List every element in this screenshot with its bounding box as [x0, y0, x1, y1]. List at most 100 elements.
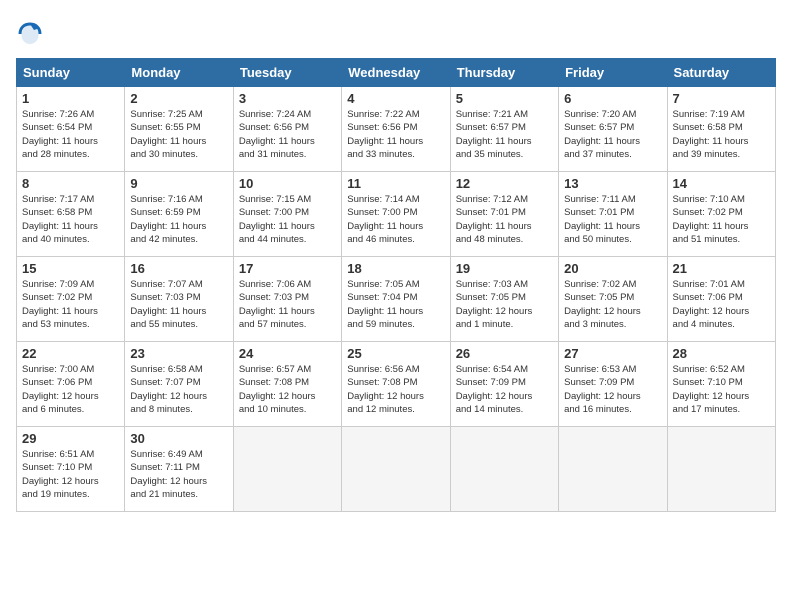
column-header-saturday: Saturday: [667, 59, 775, 87]
day-number: 22: [22, 346, 119, 361]
day-cell: 19 Sunrise: 7:03 AM Sunset: 7:05 PM Dayli…: [450, 257, 558, 342]
day-info: Sunrise: 7:22 AM Sunset: 6:56 PM Dayligh…: [347, 108, 444, 161]
day-info: Sunrise: 7:26 AM Sunset: 6:54 PM Dayligh…: [22, 108, 119, 161]
day-info: Sunrise: 7:15 AM Sunset: 7:00 PM Dayligh…: [239, 193, 336, 246]
header-row: SundayMondayTuesdayWednesdayThursdayFrid…: [17, 59, 776, 87]
week-row-2: 8 Sunrise: 7:17 AM Sunset: 6:58 PM Daylig…: [17, 172, 776, 257]
day-number: 16: [130, 261, 227, 276]
day-cell: 10 Sunrise: 7:15 AM Sunset: 7:00 PM Dayli…: [233, 172, 341, 257]
day-cell: [559, 427, 667, 512]
day-cell: 7 Sunrise: 7:19 AM Sunset: 6:58 PM Daylig…: [667, 87, 775, 172]
day-number: 7: [673, 91, 770, 106]
calendar-header: SundayMondayTuesdayWednesdayThursdayFrid…: [17, 59, 776, 87]
day-info: Sunrise: 7:03 AM Sunset: 7:05 PM Dayligh…: [456, 278, 553, 331]
day-cell: 18 Sunrise: 7:05 AM Sunset: 7:04 PM Dayli…: [342, 257, 450, 342]
day-number: 15: [22, 261, 119, 276]
day-cell: 26 Sunrise: 6:54 AM Sunset: 7:09 PM Dayli…: [450, 342, 558, 427]
day-cell: 5 Sunrise: 7:21 AM Sunset: 6:57 PM Daylig…: [450, 87, 558, 172]
day-info: Sunrise: 7:14 AM Sunset: 7:00 PM Dayligh…: [347, 193, 444, 246]
day-number: 13: [564, 176, 661, 191]
logo-icon: [16, 20, 44, 48]
day-cell: 29 Sunrise: 6:51 AM Sunset: 7:10 PM Dayli…: [17, 427, 125, 512]
day-info: Sunrise: 7:21 AM Sunset: 6:57 PM Dayligh…: [456, 108, 553, 161]
calendar-table: SundayMondayTuesdayWednesdayThursdayFrid…: [16, 58, 776, 512]
day-cell: 15 Sunrise: 7:09 AM Sunset: 7:02 PM Dayli…: [17, 257, 125, 342]
day-cell: 4 Sunrise: 7:22 AM Sunset: 6:56 PM Daylig…: [342, 87, 450, 172]
day-number: 24: [239, 346, 336, 361]
day-number: 3: [239, 91, 336, 106]
column-header-tuesday: Tuesday: [233, 59, 341, 87]
day-info: Sunrise: 7:10 AM Sunset: 7:02 PM Dayligh…: [673, 193, 770, 246]
day-number: 29: [22, 431, 119, 446]
day-cell: 20 Sunrise: 7:02 AM Sunset: 7:05 PM Dayli…: [559, 257, 667, 342]
column-header-friday: Friday: [559, 59, 667, 87]
day-cell: 22 Sunrise: 7:00 AM Sunset: 7:06 PM Dayli…: [17, 342, 125, 427]
day-info: Sunrise: 6:53 AM Sunset: 7:09 PM Dayligh…: [564, 363, 661, 416]
header: [16, 16, 776, 48]
day-info: Sunrise: 6:52 AM Sunset: 7:10 PM Dayligh…: [673, 363, 770, 416]
day-cell: [667, 427, 775, 512]
day-info: Sunrise: 7:05 AM Sunset: 7:04 PM Dayligh…: [347, 278, 444, 331]
day-number: 19: [456, 261, 553, 276]
day-number: 21: [673, 261, 770, 276]
day-info: Sunrise: 7:07 AM Sunset: 7:03 PM Dayligh…: [130, 278, 227, 331]
day-info: Sunrise: 7:20 AM Sunset: 6:57 PM Dayligh…: [564, 108, 661, 161]
day-cell: 11 Sunrise: 7:14 AM Sunset: 7:00 PM Dayli…: [342, 172, 450, 257]
day-cell: 21Sunrise: 7:01 AM Sunset: 7:06 PM Dayli…: [667, 257, 775, 342]
column-header-monday: Monday: [125, 59, 233, 87]
day-cell: [342, 427, 450, 512]
day-number: 2: [130, 91, 227, 106]
day-cell: 12 Sunrise: 7:12 AM Sunset: 7:01 PM Dayli…: [450, 172, 558, 257]
day-number: 25: [347, 346, 444, 361]
logo: [16, 20, 46, 48]
day-number: 1: [22, 91, 119, 106]
day-number: 10: [239, 176, 336, 191]
day-cell: 16 Sunrise: 7:07 AM Sunset: 7:03 PM Dayli…: [125, 257, 233, 342]
day-cell: 28 Sunrise: 6:52 AM Sunset: 7:10 PM Dayli…: [667, 342, 775, 427]
day-cell: 14 Sunrise: 7:10 AM Sunset: 7:02 PM Dayli…: [667, 172, 775, 257]
day-info: Sunrise: 7:11 AM Sunset: 7:01 PM Dayligh…: [564, 193, 661, 246]
day-info: Sunrise: 7:17 AM Sunset: 6:58 PM Dayligh…: [22, 193, 119, 246]
day-number: 18: [347, 261, 444, 276]
day-number: 9: [130, 176, 227, 191]
day-number: 11: [347, 176, 444, 191]
day-cell: [233, 427, 341, 512]
day-number: 23: [130, 346, 227, 361]
day-number: 8: [22, 176, 119, 191]
day-info: Sunrise: 7:25 AM Sunset: 6:55 PM Dayligh…: [130, 108, 227, 161]
day-info: Sunrise: 6:54 AM Sunset: 7:09 PM Dayligh…: [456, 363, 553, 416]
day-cell: [450, 427, 558, 512]
day-cell: 30 Sunrise: 6:49 AM Sunset: 7:11 PM Dayli…: [125, 427, 233, 512]
day-cell: 13 Sunrise: 7:11 AM Sunset: 7:01 PM Dayli…: [559, 172, 667, 257]
day-info: Sunrise: 7:12 AM Sunset: 7:01 PM Dayligh…: [456, 193, 553, 246]
day-info: Sunrise: 7:19 AM Sunset: 6:58 PM Dayligh…: [673, 108, 770, 161]
day-number: 4: [347, 91, 444, 106]
calendar-body: 1 Sunrise: 7:26 AM Sunset: 6:54 PM Daylig…: [17, 87, 776, 512]
week-row-3: 15 Sunrise: 7:09 AM Sunset: 7:02 PM Dayli…: [17, 257, 776, 342]
week-row-1: 1 Sunrise: 7:26 AM Sunset: 6:54 PM Daylig…: [17, 87, 776, 172]
day-number: 30: [130, 431, 227, 446]
day-info: Sunrise: 7:02 AM Sunset: 7:05 PM Dayligh…: [564, 278, 661, 331]
day-info: Sunrise: 7:00 AM Sunset: 7:06 PM Dayligh…: [22, 363, 119, 416]
day-info: Sunrise: 7:16 AM Sunset: 6:59 PM Dayligh…: [130, 193, 227, 246]
day-number: 27: [564, 346, 661, 361]
day-cell: 6 Sunrise: 7:20 AM Sunset: 6:57 PM Daylig…: [559, 87, 667, 172]
day-number: 5: [456, 91, 553, 106]
day-cell: 25Sunrise: 6:56 AM Sunset: 7:08 PM Dayli…: [342, 342, 450, 427]
day-cell: 24 Sunrise: 6:57 AM Sunset: 7:08 PM Dayli…: [233, 342, 341, 427]
day-cell: 3 Sunrise: 7:24 AM Sunset: 6:56 PM Daylig…: [233, 87, 341, 172]
column-header-wednesday: Wednesday: [342, 59, 450, 87]
day-cell: 23Sunrise: 6:58 AM Sunset: 7:07 PM Dayli…: [125, 342, 233, 427]
day-number: 28: [673, 346, 770, 361]
day-number: 26: [456, 346, 553, 361]
day-number: 17: [239, 261, 336, 276]
day-info: Sunrise: 6:57 AM Sunset: 7:08 PM Dayligh…: [239, 363, 336, 416]
day-number: 20: [564, 261, 661, 276]
day-number: 6: [564, 91, 661, 106]
day-number: 14: [673, 176, 770, 191]
day-info: Sunrise: 7:24 AM Sunset: 6:56 PM Dayligh…: [239, 108, 336, 161]
day-info: Sunrise: 7:09 AM Sunset: 7:02 PM Dayligh…: [22, 278, 119, 331]
day-info: Sunrise: 6:49 AM Sunset: 7:11 PM Dayligh…: [130, 448, 227, 501]
day-info: Sunrise: 6:51 AM Sunset: 7:10 PM Dayligh…: [22, 448, 119, 501]
day-number: 12: [456, 176, 553, 191]
